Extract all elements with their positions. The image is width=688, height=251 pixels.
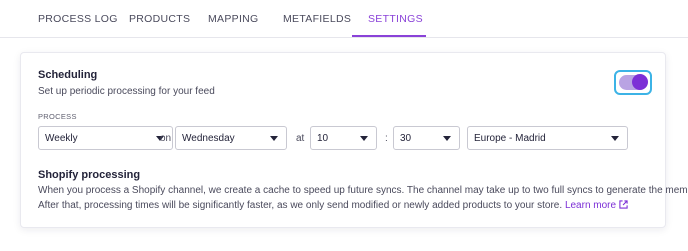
tab-bar: PROCESS LOG PRODUCTS MAPPING METAFIELDS … xyxy=(0,0,688,38)
tab-process-log[interactable]: PROCESS LOG xyxy=(38,0,118,38)
tab-mapping[interactable]: MAPPING xyxy=(208,0,259,38)
chevron-down-icon xyxy=(360,136,368,141)
at-label: at xyxy=(296,133,305,144)
tab-products[interactable]: PRODUCTS xyxy=(129,0,190,38)
chevron-down-icon xyxy=(443,136,451,141)
chevron-down-icon xyxy=(270,136,278,141)
shopify-description-line2-text: After that, processing times will be sig… xyxy=(38,200,563,211)
chevron-down-icon xyxy=(611,136,619,141)
active-tab-indicator xyxy=(352,35,426,37)
shopify-title: Shopify processing xyxy=(38,169,141,181)
scheduling-title: Scheduling xyxy=(38,69,98,81)
toggle-track xyxy=(619,74,648,90)
shopify-description-line2: After that, processing times will be sig… xyxy=(38,198,628,214)
learn-more-label: Learn more xyxy=(564,200,617,211)
hour-select[interactable]: 10 xyxy=(310,126,377,150)
timezone-value: Europe - Madrid xyxy=(474,132,546,144)
toggle-knob xyxy=(632,74,648,90)
time-separator: : xyxy=(385,133,388,144)
settings-card: Scheduling Set up periodic processing fo… xyxy=(20,52,688,228)
on-label: on xyxy=(160,133,172,144)
external-link-icon xyxy=(619,200,628,209)
frequency-select[interactable]: Weekly xyxy=(38,126,173,150)
scheduling-description: Set up periodic processing for your feed xyxy=(38,86,215,97)
process-label: PROCESS xyxy=(38,112,77,121)
minute-select[interactable]: 30 xyxy=(393,126,460,150)
learn-more-link[interactable]: Learn more xyxy=(565,200,628,211)
timezone-select[interactable]: Europe - Madrid xyxy=(467,126,628,150)
hour-value: 10 xyxy=(317,132,329,144)
minute-value: 30 xyxy=(400,132,412,144)
tab-settings[interactable]: SETTINGS xyxy=(368,0,423,38)
scheduling-toggle[interactable] xyxy=(614,70,652,95)
day-value: Wednesday xyxy=(182,132,235,144)
tab-metafields[interactable]: METAFIELDS xyxy=(283,0,351,38)
day-select[interactable]: Wednesday xyxy=(175,126,287,150)
frequency-value: Weekly xyxy=(45,132,78,144)
shopify-description-line1: When you process a Shopify channel, we c… xyxy=(38,185,688,196)
